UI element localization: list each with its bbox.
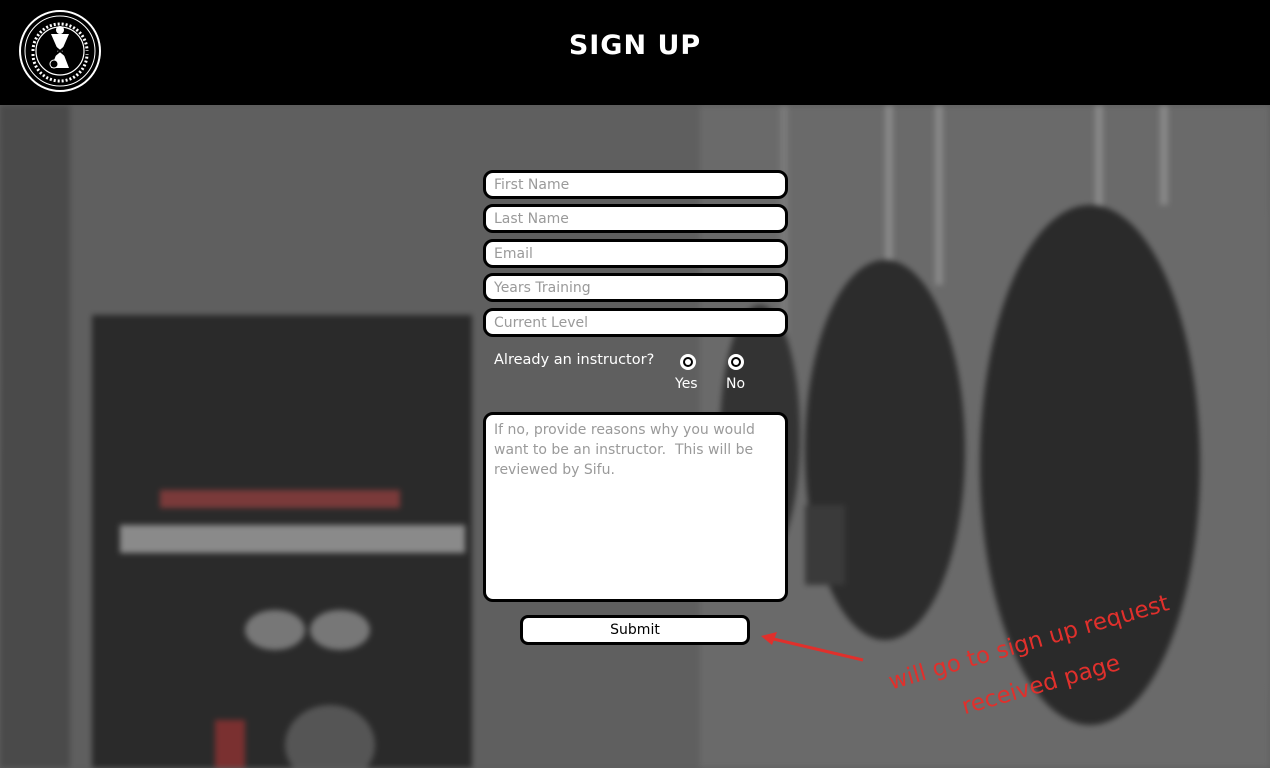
instructor-question-label: Already an instructor? <box>494 352 655 368</box>
no-option-label: No <box>726 376 746 392</box>
first-name-input[interactable] <box>483 170 788 199</box>
submit-button[interactable]: Submit <box>520 615 750 645</box>
years-training-input[interactable] <box>483 273 788 302</box>
instructor-yes-radio[interactable] <box>680 354 696 370</box>
instructor-no-radio[interactable] <box>728 354 744 370</box>
yes-option-label: Yes <box>675 376 698 392</box>
last-name-input[interactable] <box>483 204 788 233</box>
email-input[interactable] <box>483 239 788 268</box>
current-level-input[interactable] <box>483 308 788 337</box>
page-title: SIGN UP <box>568 30 702 61</box>
header-bar: SIGN UP <box>0 0 1270 105</box>
annotation-arrow-icon <box>761 632 864 662</box>
instructor-reasons-textarea[interactable] <box>483 412 788 602</box>
